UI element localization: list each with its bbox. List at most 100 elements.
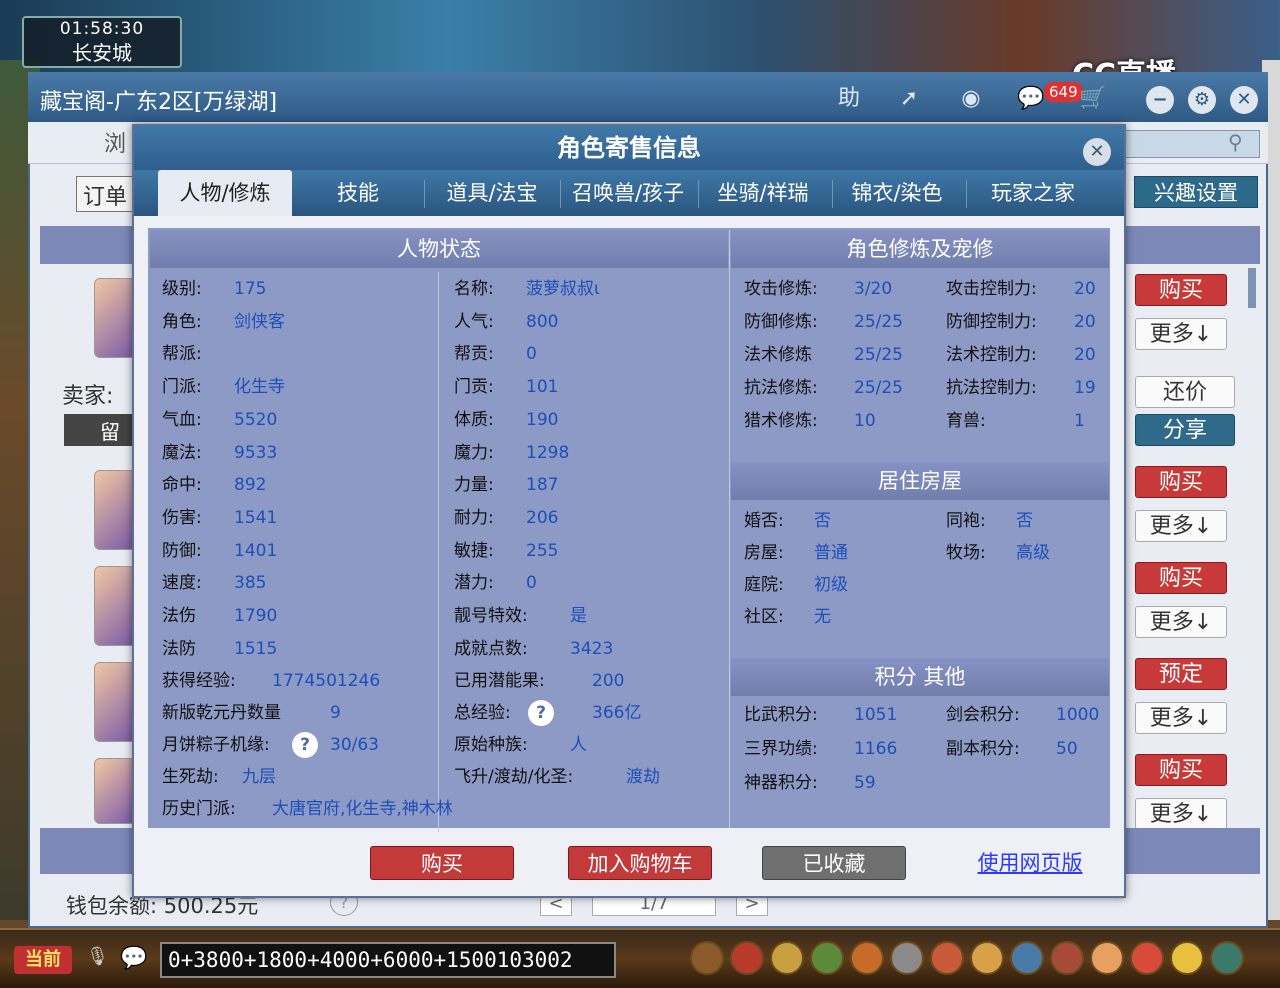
counter-offer-button[interactable]: 还价 (1135, 376, 1235, 408)
listing-avatar[interactable] (94, 278, 136, 358)
share-button[interactable]: 分享 (1135, 414, 1235, 446)
add-to-cart-button[interactable]: 加入购物车 (568, 846, 712, 880)
tab-home[interactable]: 玩家之家 (968, 170, 1098, 216)
status-label: 名称: (454, 279, 494, 299)
cultivation-label: 育兽: (946, 411, 986, 431)
buy-button[interactable]: 购买 (370, 846, 514, 880)
score-label: 神器积分: (744, 773, 818, 793)
status-value: 是 (570, 606, 587, 626)
status-value: 1774501246 (272, 671, 381, 691)
listing-buy-button[interactable]: 购买 (1135, 754, 1227, 786)
status-label: 防御: (162, 540, 202, 561)
house-label: 同袍: (946, 511, 986, 531)
listing-more-button[interactable]: 更多↓ (1135, 606, 1227, 638)
listing-buy-button[interactable]: 购买 (1135, 562, 1227, 594)
help-icon[interactable]: 助 (834, 84, 864, 114)
tab-skills[interactable]: 技能 (298, 170, 418, 216)
status-label: 人气: (454, 311, 494, 332)
settings-icon[interactable]: ⚙ (1188, 86, 1216, 114)
chat-input[interactable]: 0+3800+1800+4000+6000+1500103002 (160, 942, 616, 978)
chat-channel-button[interactable]: 当前 (14, 946, 72, 974)
listing-more-button[interactable]: 更多↓ (1135, 510, 1227, 542)
cultivation-value: 1 (1074, 411, 1085, 431)
status-label: 体质: (454, 409, 494, 430)
system-icon[interactable] (1210, 941, 1244, 975)
listing-buy-button[interactable]: 购买 (1135, 466, 1227, 498)
cultivation-label: 猎术修炼: (744, 411, 818, 431)
nav-browse[interactable]: 浏 (104, 126, 126, 158)
cultivation-label: 法术修炼 (744, 345, 812, 365)
guild-icon[interactable] (890, 941, 924, 975)
listing-more-button[interactable]: 更多↓ (1135, 318, 1227, 350)
interest-settings-button[interactable]: 兴趣设置 (1134, 176, 1258, 208)
tab-divider (698, 180, 699, 208)
order-button[interactable]: 订单 (76, 176, 136, 212)
tab-character[interactable]: 人物/修炼 (158, 170, 292, 216)
friend-icon[interactable] (930, 941, 964, 975)
help-icon[interactable]: ? (292, 730, 318, 760)
help-icon[interactable]: ? (528, 698, 554, 728)
status-label: 气血: (162, 409, 202, 430)
game-clock: 01:58:30 长安城 (22, 16, 182, 68)
record-icon[interactable]: ◉ (956, 84, 986, 114)
close-icon[interactable]: ✕ (1230, 86, 1258, 114)
house-label: 房屋: (744, 543, 784, 563)
favorited-button[interactable]: 已收藏 (762, 846, 906, 880)
quest-icon[interactable] (810, 941, 844, 975)
cultivation-value: 20 (1074, 279, 1096, 299)
status-value: 1790 (234, 606, 278, 626)
chat-icon[interactable]: 💬 (1016, 84, 1046, 114)
tab-outfits[interactable]: 锦衣/染色 (834, 170, 960, 216)
help-icon[interactable]: ? (528, 700, 554, 726)
listing-avatar[interactable] (94, 470, 136, 550)
listing-more-button[interactable]: 更多↓ (1135, 702, 1227, 734)
listing-avatar[interactable] (94, 758, 136, 824)
listing-avatar[interactable] (94, 662, 136, 742)
status-label: 门贡: (454, 377, 494, 398)
mic-icon[interactable]: 🎙 (86, 946, 109, 974)
dialog-close-icon[interactable]: ✕ (1083, 138, 1111, 166)
search-icon[interactable]: ⚲ (1228, 130, 1243, 154)
help-icon[interactable]: ? (292, 732, 318, 758)
map-icon[interactable] (1010, 941, 1044, 975)
clock-time: 01:58:30 (59, 19, 145, 39)
team-icon[interactable] (850, 941, 884, 975)
web-version-link[interactable]: 使用网页版 (970, 846, 1090, 880)
skill-icon[interactable] (690, 941, 724, 975)
shop-icon[interactable] (1090, 941, 1124, 975)
emote-icon[interactable]: 💬 (120, 946, 152, 974)
score-label: 比武积分: (744, 705, 818, 725)
listing-avatar[interactable] (94, 566, 136, 646)
score-value: 1000 (1056, 705, 1100, 725)
status-value: 190 (526, 409, 559, 430)
listing-buy-button[interactable]: 购买 (1135, 274, 1227, 306)
cultivation-label: 攻击控制力: (946, 279, 1037, 299)
listing-more-button[interactable]: 更多↓ (1135, 798, 1227, 830)
status-value: 9 (330, 703, 341, 723)
event-icon[interactable] (1050, 941, 1084, 975)
share-icon[interactable]: ➚ (894, 84, 924, 114)
tab-pets[interactable]: 召唤兽/孩子 (562, 170, 694, 216)
listing-reserve-button[interactable]: 预定 (1135, 658, 1227, 690)
status-label: 力量: (454, 475, 494, 496)
house-value: 普通 (814, 543, 848, 563)
cultivation-value: 10 (854, 411, 876, 431)
leave-message-button[interactable]: 留言 (64, 414, 140, 446)
tab-mounts[interactable]: 坐骑/祥瑞 (700, 170, 826, 216)
item-icon[interactable] (730, 941, 764, 975)
cultivation-label: 抗法修炼: (744, 378, 818, 398)
minimize-icon[interactable]: − (1146, 86, 1174, 114)
message-count-badge: 649 (1044, 82, 1083, 102)
mall-icon[interactable] (1170, 941, 1204, 975)
status-value: 101 (526, 377, 559, 398)
status-value: 1298 (526, 442, 570, 463)
list-scrollbar[interactable] (1248, 268, 1256, 308)
house-value: 初级 (814, 575, 848, 595)
status-value: 385 (234, 573, 267, 594)
status-label: 门派: (162, 377, 202, 398)
pet-icon[interactable] (770, 941, 804, 975)
bag-icon[interactable] (970, 941, 1004, 975)
mail-icon[interactable] (1130, 941, 1164, 975)
cart-icon[interactable]: 🛒 (1078, 84, 1108, 114)
tab-items[interactable]: 道具/法宝 (430, 170, 554, 216)
